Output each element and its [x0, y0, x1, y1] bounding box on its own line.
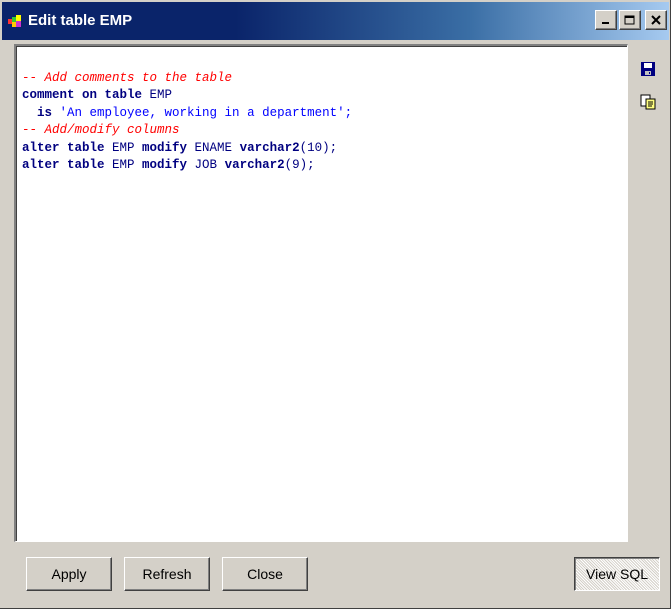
- minimize-icon: [602, 22, 609, 24]
- minimize-button[interactable]: [595, 10, 617, 30]
- code-line: is 'An employee, working in a department…: [22, 105, 627, 123]
- code-line: comment on table EMP: [22, 87, 627, 105]
- title-bar[interactable]: Edit table EMP: [2, 2, 669, 40]
- code-line: alter table EMP modify JOB varchar2(9);: [22, 157, 627, 175]
- code-identifier: (10);: [299, 140, 338, 155]
- maximize-button[interactable]: [619, 10, 641, 30]
- close-window-button[interactable]: [645, 10, 667, 30]
- refresh-button[interactable]: Refresh: [124, 557, 210, 591]
- window-title: Edit table EMP: [28, 12, 133, 29]
- save-icon[interactable]: [640, 61, 656, 77]
- view-sql-button-label: View SQL: [586, 566, 648, 582]
- code-line: -- Add comments to the table: [22, 70, 627, 88]
- code-keyword: is: [37, 105, 53, 120]
- code-keyword: varchar2: [239, 140, 300, 155]
- close-button-label: Close: [247, 566, 283, 582]
- code-identifier: (9);: [284, 158, 315, 172]
- close-button[interactable]: Close: [222, 557, 308, 591]
- view-sql-button[interactable]: View SQL: [574, 557, 660, 591]
- code-comment: -- Add comments to the table: [22, 70, 233, 85]
- code-line: alter table EMP modify ENAME varchar2(10…: [22, 140, 627, 158]
- code-identifier: ENAME: [187, 140, 240, 155]
- code-identifier: EMP: [104, 158, 143, 172]
- code-identifier: EMP: [104, 140, 143, 155]
- copy-icon[interactable]: [640, 94, 656, 110]
- code-string: 'An employee, working in a department';: [52, 105, 353, 120]
- apply-button-label: Apply: [51, 566, 87, 582]
- code-keyword: comment on table: [22, 88, 143, 102]
- code-keyword: alter table: [22, 140, 105, 155]
- refresh-button-label: Refresh: [142, 566, 192, 582]
- sql-editor[interactable]: -- Add comments to the table comment on t…: [14, 44, 628, 542]
- code-keyword: modify: [142, 140, 188, 155]
- code-identifier: JOB: [187, 158, 225, 172]
- code-keyword: varchar2: [224, 158, 285, 172]
- close-icon: [651, 15, 661, 25]
- maximize-icon: [624, 15, 635, 24]
- code-keyword: modify: [142, 158, 188, 172]
- code-comment: -- Add/modify columns: [22, 123, 180, 137]
- code-line: -- Add/modify columns: [22, 122, 627, 140]
- apply-button[interactable]: Apply: [26, 557, 112, 591]
- code-keyword: alter table: [22, 158, 105, 172]
- edit-table-window: Edit table EMP -- Add comments to the ta…: [0, 0, 671, 609]
- code-identifier: EMP: [142, 88, 173, 102]
- app-icon: [8, 15, 21, 27]
